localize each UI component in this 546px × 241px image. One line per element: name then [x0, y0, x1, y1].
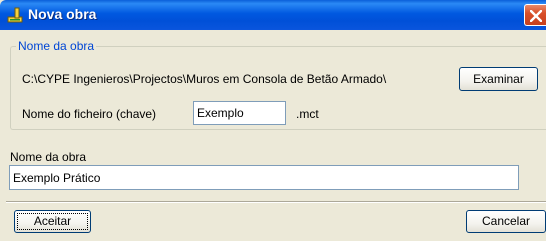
accept-button[interactable]: Aceitar [14, 210, 91, 233]
group-legend: Nome da obra [16, 39, 97, 53]
examinar-button[interactable]: Examinar [459, 67, 538, 91]
close-icon [530, 10, 542, 22]
footer-separator [6, 201, 546, 203]
title-bar[interactable]: Nova obra [0, 0, 546, 30]
app-icon [6, 6, 24, 24]
file-name-input[interactable] [193, 101, 286, 125]
project-name-label: Nome da obra [10, 150, 87, 164]
file-name-label: Nome do ficheiro (chave) [22, 107, 157, 121]
nova-obra-dialog: Nova obra Nome da obra C:\CYPE Ingeniero… [0, 0, 546, 241]
close-button[interactable] [524, 4, 546, 26]
file-extension: .mct [296, 107, 319, 121]
project-name-input[interactable] [9, 165, 519, 190]
window-title: Nova obra [28, 6, 97, 22]
cancel-button[interactable]: Cancelar [466, 210, 546, 233]
project-path: C:\CYPE Ingenieros\Projectos\Muros em Co… [22, 72, 387, 86]
